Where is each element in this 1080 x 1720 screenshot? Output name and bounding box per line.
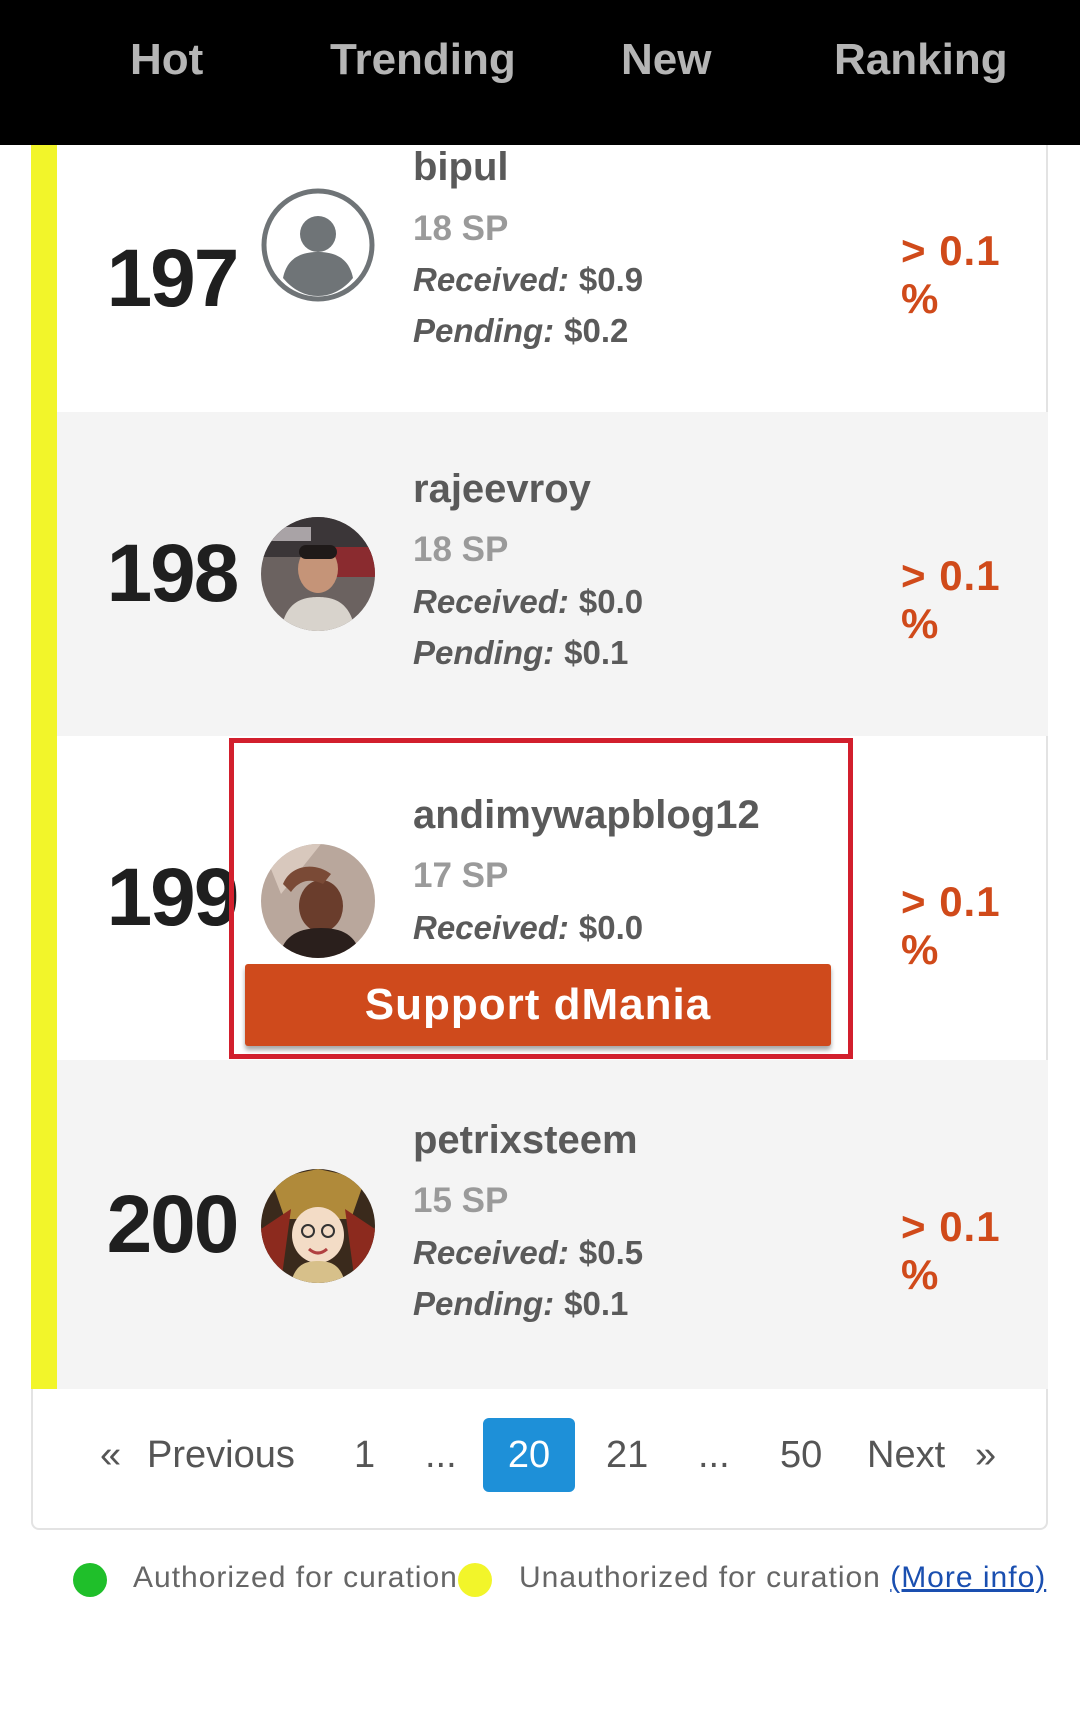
prev-arrow[interactable]: « xyxy=(100,1418,121,1492)
unauthorized-bar xyxy=(31,1060,57,1389)
received-value: $0.5 xyxy=(578,1234,644,1271)
unauthorized-bar xyxy=(31,412,57,736)
received-amount: Received: $0.9 xyxy=(413,261,643,299)
ranking-row: 197 bipul 18 SP Received: $0.9 Pending: $0… xyxy=(31,145,1048,412)
user-avatar[interactable] xyxy=(261,1169,375,1283)
default-user-icon[interactable] xyxy=(261,188,375,302)
authorized-label: Authorized for curation xyxy=(133,1561,458,1594)
ranking-row: 200 petrixsteem 15 SP Received: $0.5 Pend… xyxy=(31,1060,1048,1389)
rank-number: 200 xyxy=(106,1178,240,1270)
percent-value: > 0.1 % xyxy=(901,227,1001,322)
steem-power: 18 SP xyxy=(413,530,509,569)
authorized-dot-icon xyxy=(73,1563,107,1597)
user-avatar[interactable] xyxy=(261,517,375,631)
steem-power: 15 SP xyxy=(413,1181,509,1220)
username[interactable]: bipul xyxy=(413,145,509,190)
pagination: « Previous 1 ... 20 21 ... 50 Next » xyxy=(0,1418,1080,1492)
percent-value: > 0.1 % xyxy=(901,1203,1001,1298)
next-page-link[interactable]: Next xyxy=(867,1418,945,1492)
pending-value: $0.2 xyxy=(564,312,629,349)
pending-amount: Pending: $0.1 xyxy=(413,1285,628,1323)
page-21-link[interactable]: 21 xyxy=(606,1418,648,1492)
steem-power: 18 SP xyxy=(413,209,509,248)
username[interactable]: petrixsteem xyxy=(413,1118,638,1163)
pending-value: $0.1 xyxy=(564,1285,629,1322)
pending-label: Pending: xyxy=(413,312,555,349)
unauthorized-label: Unauthorized for curation xyxy=(519,1561,881,1594)
tab-new[interactable]: New xyxy=(621,30,711,90)
received-value: $0.0 xyxy=(578,583,644,620)
tab-ranking[interactable]: Ranking xyxy=(834,30,1008,90)
more-info-link[interactable]: (More info) xyxy=(890,1561,1046,1594)
unauthorized-bar xyxy=(31,145,57,412)
received-value: $0.9 xyxy=(578,261,644,298)
received-label: Received: xyxy=(413,261,569,298)
unauthorized-bar xyxy=(31,736,57,1060)
previous-page-link[interactable]: Previous xyxy=(147,1418,295,1492)
received-amount: Received: $0.0 xyxy=(413,583,643,621)
pending-label: Pending: xyxy=(413,1285,555,1322)
unauthorized-text: Unauthorized for curation (More info) xyxy=(519,1561,1046,1595)
page-1-link[interactable]: 1 xyxy=(354,1418,375,1492)
top-nav: Hot Trending New Ranking xyxy=(0,0,1080,145)
pending-value: $0.1 xyxy=(564,634,629,671)
page-20-link[interactable]: 20 xyxy=(483,1418,575,1492)
unauthorized-dot-icon xyxy=(458,1563,492,1597)
next-arrow[interactable]: » xyxy=(975,1418,996,1492)
ranking-row: 198 rajeevroy 18 SP Received: $0.0 Pendin… xyxy=(31,412,1048,736)
pending-label: Pending: xyxy=(413,634,555,671)
tab-hot[interactable]: Hot xyxy=(130,30,203,90)
received-label: Received: xyxy=(413,1234,569,1271)
rank-number: 197 xyxy=(106,232,240,324)
page-50-link[interactable]: 50 xyxy=(780,1418,822,1492)
received-label: Received: xyxy=(413,583,569,620)
page-ellipsis: ... xyxy=(425,1434,457,1476)
page-ellipsis: ... xyxy=(698,1434,730,1476)
pending-amount: Pending: $0.1 xyxy=(413,634,628,672)
support-dmania-button[interactable]: Support dMania xyxy=(245,964,831,1046)
curation-legend: Authorized for curation Unauthorized for… xyxy=(0,1555,1080,1605)
percent-value: > 0.1 % xyxy=(901,878,1001,973)
received-amount: Received: $0.5 xyxy=(413,1234,643,1272)
pending-amount: Pending: $0.2 xyxy=(413,312,628,350)
rank-number: 198 xyxy=(106,528,240,619)
tab-trending[interactable]: Trending xyxy=(330,30,516,90)
percent-value: > 0.1 % xyxy=(901,552,1001,647)
username[interactable]: rajeevroy xyxy=(413,467,591,512)
